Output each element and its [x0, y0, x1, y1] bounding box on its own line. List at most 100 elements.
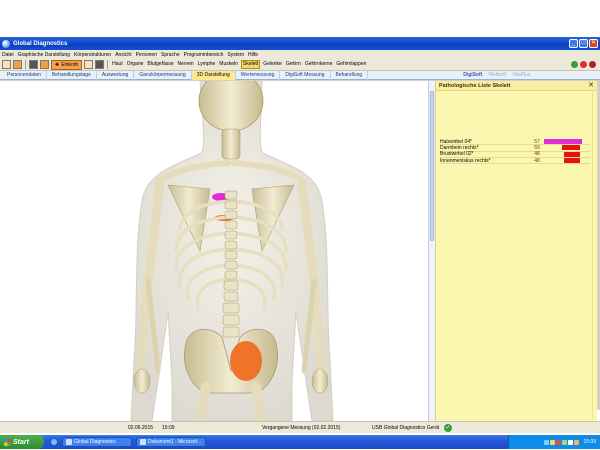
toolbar-right-icons — [571, 61, 596, 68]
system-tray: 15:09 — [508, 435, 600, 449]
category-haut[interactable]: Haut — [111, 60, 124, 69]
panel-scrollbar[interactable] — [592, 91, 597, 419]
item-bar — [564, 158, 580, 164]
tab-ganzkoerpermessung[interactable]: Ganzkörpermessung — [134, 70, 192, 80]
category-blutgefaesse[interactable]: Blutgefässe — [146, 60, 174, 69]
item-value: 48 — [534, 157, 540, 164]
category-gelenke[interactable]: Gelenke — [262, 60, 283, 69]
menu-system[interactable]: System — [227, 52, 244, 58]
quicklaunch-browser-icon[interactable] — [50, 438, 58, 446]
item-bar-track — [544, 158, 584, 164]
pathology-panel: Pathologische Liste Skelett ✕ Halswirbel… — [435, 81, 597, 421]
panel-title: Pathologische Liste Skelett — [439, 82, 511, 89]
tab-digisoft-messung[interactable]: DigiSoft Messung — [280, 70, 331, 80]
list-item[interactable]: Innenmeniskus rechts* 48 — [440, 157, 590, 165]
panel-close-icon[interactable]: ✕ — [588, 82, 594, 89]
menu-koerperstrukturen[interactable]: Körperstrukturen — [74, 52, 111, 58]
application-window: Global Diagnostics _ □ ✕ Datei Graphisch… — [0, 37, 600, 449]
item-bar-track — [544, 145, 584, 151]
tab-behandlungstage[interactable]: Behandlungstage — [47, 70, 97, 80]
item-bar — [544, 139, 582, 145]
item-bar-track — [544, 151, 584, 157]
status-time: 15:09 — [162, 425, 175, 431]
taskbar-item-label: Dokument1 - Microsof... — [148, 439, 202, 445]
menu-bar: Datei Graphische Darstellung Körperstruk… — [0, 50, 600, 59]
tray-volume-icon[interactable] — [550, 439, 556, 445]
basket-icon: ✚ — [55, 61, 60, 68]
category-gehirnlappen[interactable]: Gehirnlappen — [335, 60, 367, 69]
menu-personen[interactable]: Personen — [136, 52, 157, 58]
start-label: Start — [13, 438, 29, 446]
tray-update-icon[interactable] — [562, 439, 568, 445]
highlight-darmbein — [230, 341, 262, 381]
tab-auswertung[interactable]: Auswertung — [97, 70, 135, 80]
menu-datei[interactable]: Datei — [2, 52, 14, 58]
window-controls: _ □ ✕ — [569, 39, 598, 48]
close-button[interactable]: ✕ — [589, 39, 598, 48]
monitor-icon[interactable] — [95, 60, 105, 69]
view-single-icon[interactable] — [29, 60, 38, 69]
item-name: Darmbein rechts* — [440, 144, 479, 151]
item-name: Halswirbel 04* — [440, 138, 472, 145]
minimize-button[interactable]: _ — [569, 39, 578, 48]
folder-icon[interactable] — [13, 60, 22, 69]
stop-icon[interactable] — [580, 61, 587, 68]
menu-programmbereich[interactable]: Programmbereich — [184, 52, 224, 58]
status-measurement: Vergangene Messung (02.02.2015) — [262, 425, 341, 431]
category-skelett[interactable]: Skelett — [240, 60, 261, 69]
item-bar — [562, 145, 580, 151]
status-bar: 02.06.2015 15:09 Vergangene Messung (02.… — [0, 421, 600, 433]
category-nerven[interactable]: Nerven — [177, 60, 195, 69]
toolbar-divider — [25, 60, 26, 69]
view-split-icon[interactable] — [40, 60, 49, 69]
skeleton-illustration — [130, 81, 334, 421]
tab-digisoft[interactable]: DigiSoft — [460, 71, 485, 80]
exit-icon[interactable] — [589, 61, 596, 68]
tab-behandlung[interactable]: Behandlung — [331, 70, 369, 80]
viewer-scrollbar[interactable] — [428, 81, 435, 421]
windows-logo-icon — [4, 438, 11, 446]
toolbar: ✚ Einkorb Haut Organe Blutgefässe Nerven… — [0, 59, 600, 71]
person-icon[interactable] — [2, 60, 11, 69]
item-name: Brustwirbel 02* — [440, 151, 474, 158]
taskbar-item-document[interactable]: Dokument1 - Microsof... — [136, 437, 206, 447]
app-icon — [66, 439, 72, 445]
tray-security-icon[interactable] — [556, 439, 562, 445]
tab-personendaten[interactable]: Personendaten — [2, 70, 47, 80]
status-device: USB Global Diagnostics Gerät — [372, 425, 440, 431]
status-date: 02.06.2015 — [128, 425, 154, 431]
skeleton-3d-viewer[interactable] — [0, 81, 428, 421]
category-muskeln[interactable]: Muskeln — [218, 60, 239, 69]
einkorb-label: Einkorb — [61, 61, 79, 68]
menu-hilfe[interactable]: Hilfe — [248, 52, 258, 58]
menu-graphische-darstellung[interactable]: Graphische Darstellung — [18, 52, 70, 58]
tab-strip: Personendaten Behandlungstage Auswertung… — [0, 70, 600, 80]
tab-3d-darstellung[interactable]: 3D Darstellung — [191, 70, 236, 80]
category-lymphe[interactable]: Lymphe — [197, 60, 217, 69]
taskbar-item-label: Global Diagnostics — [74, 439, 116, 445]
menu-sprache[interactable]: Sprache — [161, 52, 180, 58]
window-title: Global Diagnostics — [13, 40, 68, 47]
taskbar-clock: 15:09 — [583, 439, 596, 445]
viewer-scroll-thumb[interactable] — [430, 91, 434, 241]
tab-wellsoft[interactable]: Wellsoft — [485, 71, 509, 80]
category-organe[interactable]: Organe — [126, 60, 145, 69]
tab-vitaplus[interactable]: VitaPlus — [509, 71, 533, 80]
einkorb-button[interactable]: ✚ Einkorb — [51, 59, 83, 70]
tray-app-icon[interactable] — [574, 439, 580, 445]
category-gehirnkerne[interactable]: Gehirnkerne — [304, 60, 334, 69]
pathology-list: Halswirbel 04* 57 Darmbein rechts* 59 Br… — [440, 138, 590, 165]
menu-ansicht[interactable]: Ansicht — [115, 52, 131, 58]
start-button[interactable]: Start — [0, 435, 44, 449]
move-icon[interactable] — [84, 60, 94, 69]
item-bar — [564, 151, 580, 157]
tray-usb-icon[interactable] — [568, 439, 574, 445]
tab-wertemessung[interactable]: Wertemessung — [236, 70, 281, 80]
item-value: 57 — [534, 138, 540, 145]
category-gehirn[interactable]: Gehirn — [285, 60, 302, 69]
maximize-button[interactable]: □ — [579, 39, 588, 48]
tray-network-icon[interactable] — [544, 439, 550, 445]
item-value: 59 — [534, 144, 540, 151]
taskbar-item-global-diagnostics[interactable]: Global Diagnostics — [62, 437, 132, 447]
go-icon[interactable] — [571, 61, 578, 68]
